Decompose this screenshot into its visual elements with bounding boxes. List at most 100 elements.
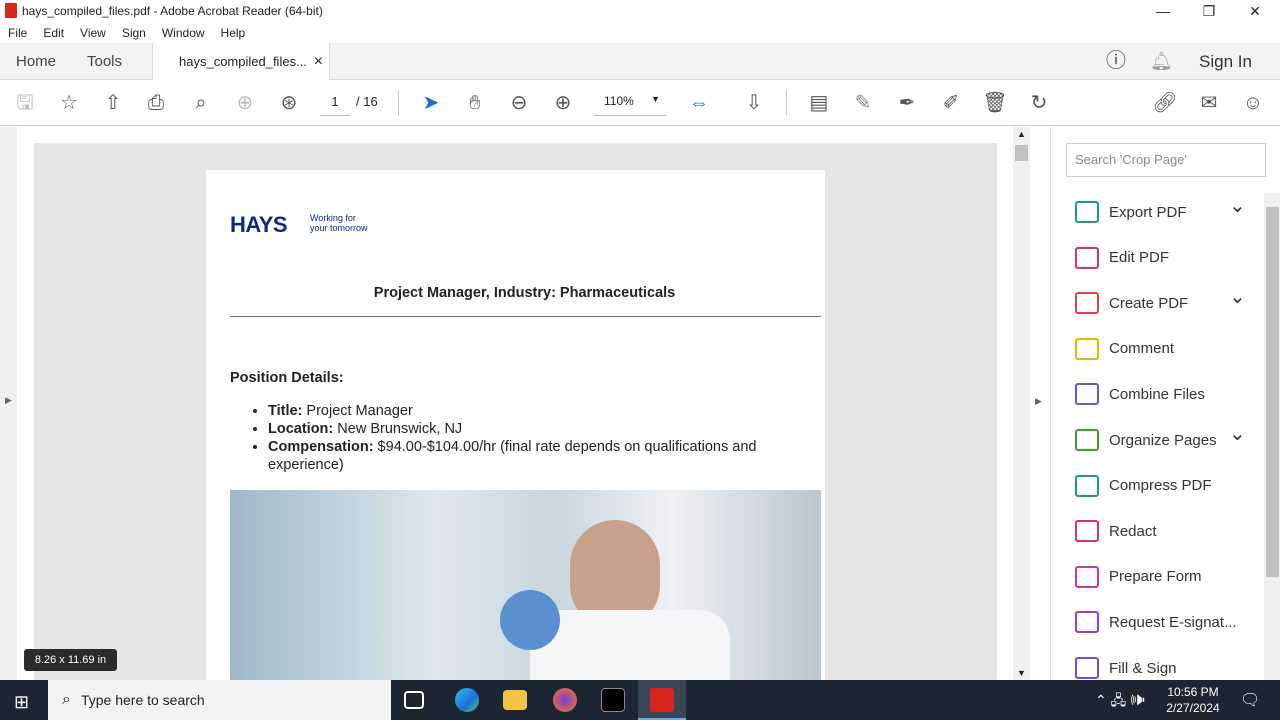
tool-export-pdf[interactable]: Export PDF ⌄: [1075, 195, 1246, 227]
page-number-input[interactable]: 1: [320, 94, 350, 116]
notification-icon[interactable]: 🗨︎: [1240, 690, 1260, 710]
sign-in-button[interactable]: Sign In: [1199, 43, 1252, 80]
file-explorer-icon[interactable]: [503, 690, 527, 710]
add-user-icon[interactable]: ☺: [1240, 90, 1266, 116]
scroll-thumb[interactable]: [1015, 145, 1028, 161]
select-cursor-icon[interactable]: ➤: [418, 90, 444, 116]
search-placeholder: Type here to search: [80, 692, 205, 708]
menu-help[interactable]: Help: [213, 26, 254, 40]
tool-label: Request E-signat...: [1109, 613, 1237, 631]
bookmark-star-icon[interactable]: ☆: [56, 90, 82, 116]
highlight-icon[interactable]: ✎: [850, 90, 876, 116]
tool-request-e-signat[interactable]: Request E-signat...: [1075, 607, 1237, 637]
tool-icon: [1075, 429, 1099, 451]
save-icon[interactable]: 🖫: [12, 90, 38, 116]
divider: [230, 316, 821, 317]
tool-edit-pdf[interactable]: Edit PDF: [1075, 243, 1169, 273]
tool-label: Create PDF: [1109, 294, 1189, 312]
tools-panel: Search 'Crop Page' Export PDF ⌄ Edit PDF Cr…: [1050, 127, 1280, 680]
share-link-icon[interactable]: 🔗︎: [1152, 90, 1178, 116]
tool-icon: [1075, 565, 1099, 588]
list-item: Location: New Brunswick, NJ: [268, 420, 808, 438]
acrobat-icon: [5, 3, 17, 18]
next-page-icon[interactable]: ⊛: [276, 90, 302, 116]
sign-pen-icon[interactable]: ✒: [894, 90, 920, 116]
tool-label: Edit PDF: [1109, 249, 1170, 267]
chevron-down-icon[interactable]: ⌄: [1229, 284, 1246, 309]
upload-cloud-icon[interactable]: ⇧: [100, 90, 126, 116]
menu-window[interactable]: Window: [154, 26, 213, 40]
email-icon[interactable]: ✉: [1196, 90, 1222, 116]
windows-start-icon[interactable]: ⊞: [14, 692, 29, 713]
tool-organize-pages[interactable]: Organize Pages ⌄: [1075, 423, 1246, 455]
tool-redact[interactable]: Redact: [1075, 516, 1157, 546]
hays-logo: HAYS: [230, 212, 288, 237]
tool-label: Fill & Sign: [1109, 659, 1177, 677]
delete-icon[interactable]: 🗑︎: [982, 90, 1008, 116]
terminal-icon[interactable]: [601, 688, 625, 712]
scroll-mode-icon[interactable]: ⇩: [741, 90, 767, 116]
panel-scrollbar[interactable]: [1264, 193, 1280, 680]
tool-label: Comment: [1109, 340, 1175, 358]
tool-prepare-form[interactable]: Prepare Form: [1075, 562, 1202, 592]
logo-tagline: Working for your tomorrow: [310, 213, 368, 233]
tab-bar: Home Tools hays_compiled_files... × ⓘ 🔔︎ …: [0, 43, 1280, 81]
taskbar-search[interactable]: ⌕ Type here to search: [48, 680, 391, 720]
tool-search-input[interactable]: Search 'Crop Page': [1066, 143, 1266, 177]
zoom-select[interactable]: 110% ▼: [594, 94, 666, 116]
menu-sign[interactable]: Sign: [114, 26, 154, 40]
tab-tools[interactable]: Tools: [87, 43, 122, 80]
acrobat-taskbar-button[interactable]: [638, 680, 686, 720]
menu-view[interactable]: View: [72, 26, 114, 40]
help-icon[interactable]: ⓘ: [1106, 43, 1126, 80]
firefox-icon[interactable]: [553, 688, 577, 712]
print-icon[interactable]: ⎙: [143, 90, 169, 116]
clock[interactable]: 10:56 PM 2/27/2024: [1158, 684, 1228, 716]
list-item: Title: Project Manager: [268, 402, 808, 420]
menu-edit[interactable]: Edit: [35, 26, 72, 40]
tool-label: Prepare Form: [1109, 568, 1202, 586]
tool-comment[interactable]: Comment: [1075, 334, 1174, 364]
tool-fill-sign[interactable]: Fill & Sign: [1075, 653, 1177, 683]
zoom-out-icon[interactable]: ⊖: [506, 90, 532, 116]
page-total: / 16: [356, 94, 378, 109]
chevron-down-icon[interactable]: ⌄: [1229, 193, 1246, 218]
section-heading: Position Details:: [230, 370, 344, 386]
left-panel-toggle[interactable]: ▶: [0, 127, 17, 680]
vertical-scrollbar[interactable]: ▲ ▼: [1013, 127, 1030, 680]
fit-page-icon[interactable]: ⇔: [686, 90, 712, 116]
find-icon[interactable]: ⌕: [188, 90, 214, 116]
tab-document[interactable]: hays_compiled_files... ×: [152, 43, 330, 81]
tool-icon: [1075, 337, 1099, 360]
edit-file-icon[interactable]: ✐: [938, 90, 964, 116]
hand-tool-icon[interactable]: ✋︎: [462, 90, 488, 116]
position-details-list: Title: Project Manager Location: New Bru…: [268, 402, 808, 474]
minimize-button[interactable]: —: [1140, 0, 1186, 22]
tool-compress-pdf[interactable]: Compress PDF: [1075, 471, 1212, 501]
task-view-icon[interactable]: [404, 691, 424, 709]
close-tab-icon[interactable]: ×: [314, 43, 323, 80]
edge-icon[interactable]: [455, 688, 479, 712]
tool-combine-files[interactable]: Combine Files: [1075, 379, 1205, 409]
bell-icon[interactable]: 🔔︎: [1150, 43, 1173, 80]
comment-icon[interactable]: ▤: [806, 90, 832, 116]
list-item: Compensation: $94.00-$104.00/hr (final r…: [268, 438, 808, 474]
chevron-down-icon[interactable]: ⌄: [1229, 421, 1246, 446]
right-panel-toggle[interactable]: ▶: [1035, 396, 1042, 407]
tool-icon: [1075, 520, 1099, 543]
page-size-tooltip: 8.26 x 11.69 in: [24, 649, 117, 671]
scientist-photo: [230, 490, 821, 680]
title-bar: hays_compiled_files.pdf - Adobe Acrobat …: [0, 0, 1280, 22]
tray-icons[interactable]: ⌃ 🖧 🕪: [1095, 690, 1145, 714]
previous-page-icon[interactable]: ⊕: [232, 90, 258, 116]
restore-button[interactable]: ❐: [1186, 0, 1232, 22]
zoom-in-icon[interactable]: ⊕: [550, 90, 576, 116]
tab-document-label: hays_compiled_files...: [179, 54, 307, 69]
tool-create-pdf[interactable]: Create PDF ⌄: [1075, 286, 1246, 318]
menu-file[interactable]: File: [0, 26, 35, 40]
window-title: hays_compiled_files.pdf - Adobe Acrobat …: [22, 4, 323, 18]
rotate-icon[interactable]: ↻: [1026, 90, 1052, 116]
close-button[interactable]: ✕: [1232, 0, 1278, 22]
tab-home[interactable]: Home: [16, 43, 56, 80]
pdf-page: HAYS Working for your tomorrow Project Ma…: [206, 170, 825, 680]
